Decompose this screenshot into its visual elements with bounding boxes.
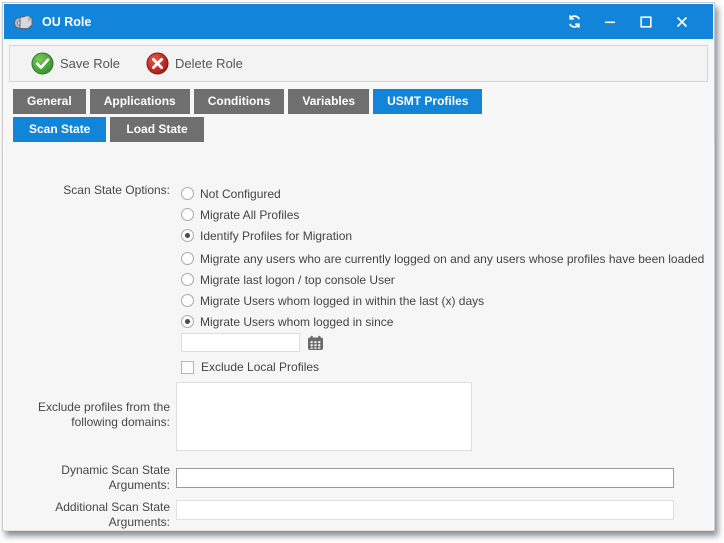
save-check-icon <box>31 52 54 75</box>
exclude-local-profiles-checkbox[interactable] <box>181 361 194 374</box>
tab-usmt-profiles[interactable]: USMT Profiles <box>373 89 482 114</box>
delete-role-button[interactable]: Delete Role <box>142 50 247 77</box>
window-controls <box>563 11 693 33</box>
radio-migrate-since[interactable]: Migrate Users whom logged in since <box>176 311 703 332</box>
scan-options-label: Scan State Options: <box>14 183 176 374</box>
maximize-button[interactable] <box>635 11 657 33</box>
scan-state-panel: Scan State Options: Not Configured Migra… <box>4 142 713 531</box>
dynamic-args-label: Dynamic Scan State Arguments: <box>14 463 176 493</box>
refresh-button[interactable] <box>563 11 585 33</box>
sub-tab-bar: Scan State Load State <box>13 117 714 142</box>
tab-conditions[interactable]: Conditions <box>194 89 285 114</box>
exclude-local-profiles-row[interactable]: Exclude Local Profiles <box>181 360 703 374</box>
maximize-icon <box>640 16 652 28</box>
exclude-domains-label: Exclude profiles from the following doma… <box>14 382 176 451</box>
calendar-picker-button[interactable] <box>307 335 324 351</box>
radio-label: Migrate any users who are currently logg… <box>200 252 704 266</box>
window-title: OU Role <box>42 15 563 29</box>
radio-label: Not Configured <box>200 187 281 201</box>
additional-args-row: Additional Scan State Arguments: <box>14 500 703 530</box>
exclude-domains-row: Exclude profiles from the following doma… <box>14 382 703 451</box>
dynamic-scan-args-input[interactable] <box>176 468 674 488</box>
radio-circle[interactable] <box>181 252 194 265</box>
exclude-local-profiles-label: Exclude Local Profiles <box>201 360 319 374</box>
minimize-icon <box>604 16 616 28</box>
title-bar: OU Role <box>4 4 713 39</box>
calendar-icon <box>307 335 324 351</box>
radio-label: Migrate Users whom logged in within the … <box>200 294 484 308</box>
screen: OU Role <box>0 0 724 543</box>
refresh-icon <box>567 14 582 29</box>
radio-migrate-last-x-days[interactable]: Migrate Users whom logged in within the … <box>176 290 703 311</box>
radio-not-configured[interactable]: Not Configured <box>176 183 703 204</box>
radio-migrate-last-logon[interactable]: Migrate last logon / top console User <box>176 269 703 290</box>
save-role-label: Save Role <box>60 56 120 71</box>
role-icon <box>14 14 33 30</box>
main-tab-bar: General Applications Conditions Variable… <box>13 89 714 114</box>
radio-label: Migrate last logon / top console User <box>200 273 395 287</box>
delete-role-label: Delete Role <box>175 56 243 71</box>
migration-scope-group: Migrate any users who are currently logg… <box>176 248 703 332</box>
radio-circle[interactable] <box>181 229 194 242</box>
radio-circle[interactable] <box>181 273 194 286</box>
minimize-button[interactable] <box>599 11 621 33</box>
tab-load-state[interactable]: Load State <box>110 117 203 142</box>
close-icon <box>676 16 688 28</box>
radio-circle[interactable] <box>181 315 194 328</box>
tab-applications[interactable]: Applications <box>90 89 190 114</box>
radio-identify-profiles[interactable]: Identify Profiles for Migration <box>176 225 703 246</box>
since-date-row <box>181 333 703 352</box>
tab-variables[interactable]: Variables <box>288 89 369 114</box>
additional-args-label: Additional Scan State Arguments: <box>14 500 176 530</box>
since-date-input[interactable] <box>181 333 300 352</box>
toolbar: Save Role Delete Role <box>9 45 708 82</box>
tab-scan-state[interactable]: Scan State <box>13 117 106 142</box>
radio-migrate-logged-on-users[interactable]: Migrate any users who are currently logg… <box>176 248 703 269</box>
additional-scan-args-input[interactable] <box>176 500 674 520</box>
exclude-domains-textarea[interactable] <box>176 382 472 451</box>
radio-circle[interactable] <box>181 294 194 307</box>
tab-general[interactable]: General <box>13 89 86 114</box>
ou-role-window: OU Role <box>2 2 715 531</box>
radio-label: Migrate Users whom logged in since <box>200 315 393 329</box>
dynamic-args-row: Dynamic Scan State Arguments: <box>14 463 703 493</box>
radio-circle[interactable] <box>181 208 194 221</box>
radio-label: Migrate All Profiles <box>200 208 299 222</box>
delete-x-icon <box>146 52 169 75</box>
radio-migrate-all-profiles[interactable]: Migrate All Profiles <box>176 204 703 225</box>
save-role-button[interactable]: Save Role <box>27 50 124 77</box>
tabs-region: General Applications Conditions Variable… <box>3 88 714 142</box>
radio-label: Identify Profiles for Migration <box>200 229 352 243</box>
scan-options-row: Scan State Options: Not Configured Migra… <box>14 183 703 374</box>
toolbar-region: Save Role Delete Role <box>3 39 714 88</box>
radio-circle[interactable] <box>181 187 194 200</box>
close-button[interactable] <box>671 11 693 33</box>
